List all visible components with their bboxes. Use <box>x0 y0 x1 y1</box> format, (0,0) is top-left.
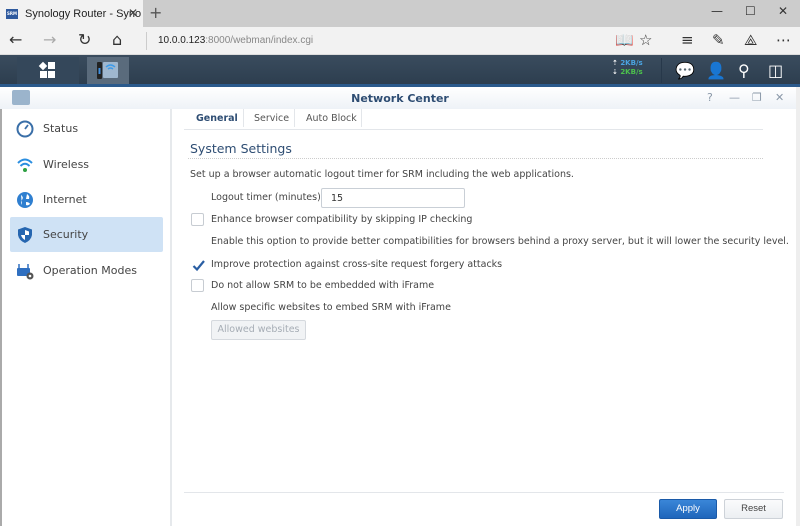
tab-separator <box>243 109 244 127</box>
search-icon[interactable]: ⚲ <box>738 61 750 80</box>
window-header: Network Center ? — ❐ ✕ <box>0 87 800 109</box>
browser-nav-bar: ← → ↻ ⌂ 10.0.0.123:8000/webman/index.cgi… <box>0 27 800 55</box>
taskbar-separator <box>661 58 662 83</box>
wifi-icon <box>16 156 34 174</box>
forward-icon[interactable]: → <box>43 30 56 49</box>
reading-view-icon[interactable]: 📖 <box>615 31 634 49</box>
minimize-window-icon[interactable]: — <box>711 4 723 18</box>
web-note-icon[interactable]: ✎ <box>712 31 725 49</box>
router-gear-icon <box>16 262 34 280</box>
iframe-label: Do not allow SRM to be embedded with iFr… <box>211 280 435 291</box>
tab-bar: General Service Auto Block <box>184 109 763 130</box>
hub-icon[interactable]: ≡ <box>681 31 694 49</box>
tab-separator <box>361 109 362 127</box>
back-icon[interactable]: ← <box>9 30 22 49</box>
url-host: 10.0.0.123 <box>158 35 206 46</box>
address-bar[interactable]: 10.0.0.123:8000/webman/index.cgi <box>158 35 313 46</box>
compat-description: Enable this option to provide better com… <box>211 236 789 247</box>
sidebar-item-security[interactable]: Security <box>10 217 163 252</box>
iframe-checkbox[interactable] <box>191 279 204 292</box>
section-title: System Settings <box>190 141 292 156</box>
sidebar-item-internet[interactable]: Internet <box>10 182 163 217</box>
apply-button[interactable]: Apply <box>659 499 717 519</box>
help-icon[interactable]: ? <box>707 91 713 104</box>
logout-timer-label: Logout timer (minutes): <box>211 192 325 203</box>
shield-icon <box>16 226 34 244</box>
sidebar: Status Wireless Internet Security Operat… <box>0 109 172 526</box>
compat-checkbox[interactable] <box>191 213 204 226</box>
refresh-icon[interactable]: ↻ <box>78 30 91 49</box>
globe-icon <box>16 191 34 209</box>
download-speed: 2KB/s <box>620 68 643 76</box>
close-tab-icon[interactable]: ✕ <box>128 6 138 20</box>
srm-favicon-icon: SRM <box>6 8 18 19</box>
tab-service[interactable]: Service <box>254 113 289 124</box>
sidebar-item-label: Wireless <box>43 158 90 171</box>
iframe-description: Allow specific websites to embed SRM wit… <box>211 302 451 313</box>
network-center-taskbar-button[interactable] <box>87 57 129 84</box>
logout-description: Set up a browser automatic logout timer … <box>190 169 574 180</box>
main-menu-icon <box>38 61 55 78</box>
gauge-icon <box>16 120 34 138</box>
logout-timer-input[interactable] <box>321 188 465 208</box>
tab-general[interactable]: General <box>196 113 238 124</box>
more-icon[interactable]: ⋯ <box>776 31 791 49</box>
reset-button[interactable]: Reset <box>724 499 783 519</box>
sidebar-item-label: Internet <box>43 193 87 206</box>
close-window-icon[interactable]: ✕ <box>778 4 788 18</box>
allowed-websites-button[interactable]: Allowed websites <box>211 320 306 340</box>
csrf-label: Improve protection against cross-site re… <box>211 259 503 270</box>
sidebar-item-status[interactable]: Status <box>10 111 163 146</box>
address-separator <box>146 32 147 50</box>
checkmark-icon <box>192 260 205 272</box>
minimize-app-icon[interactable]: — <box>729 91 740 104</box>
tab-auto-block[interactable]: Auto Block <box>306 113 357 124</box>
share-icon[interactable]: ⟁ <box>744 31 757 49</box>
sidebar-item-label: Status <box>43 122 79 135</box>
home-icon[interactable]: ⌂ <box>112 30 122 49</box>
url-path: :8000/webman/index.cgi <box>205 35 314 46</box>
sidebar-item-label: Operation Modes <box>43 264 137 277</box>
dsm-taskbar: ⇡ 2KB/s ⇣ 2KB/s 💬 👤 ⚲ ◫ <box>0 55 800 87</box>
csrf-checkbox[interactable] <box>191 258 205 272</box>
maximize-window-icon[interactable]: ☐ <box>745 4 756 18</box>
main-content: General Service Auto Block System Settin… <box>184 109 789 526</box>
restore-app-icon[interactable]: ❐ <box>752 91 762 104</box>
network-speed: ⇡ 2KB/s ⇣ 2KB/s <box>612 59 643 76</box>
tab-separator <box>294 109 295 127</box>
widgets-icon[interactable]: ◫ <box>768 61 783 80</box>
footer-divider <box>184 492 784 493</box>
window-right-edge <box>796 87 800 526</box>
close-app-icon[interactable]: ✕ <box>775 91 784 104</box>
network-center-icon <box>97 62 118 79</box>
sidebar-item-operation-modes[interactable]: Operation Modes <box>10 253 163 288</box>
notifications-chat-icon[interactable]: 💬 <box>675 61 695 80</box>
main-menu-button[interactable] <box>17 57 79 84</box>
browser-tab[interactable]: SRM Synology Router - Syno ✕ <box>0 0 143 27</box>
section-divider <box>188 158 763 159</box>
compat-label: Enhance browser compatibility by skippin… <box>211 214 473 225</box>
browser-tab-bar: SRM Synology Router - Syno ✕ + — ☐ ✕ <box>0 0 800 27</box>
window-title: Network Center <box>351 92 449 105</box>
sidebar-item-label: Security <box>43 228 89 241</box>
upload-speed: 2KB/s <box>620 59 643 67</box>
sidebar-item-wireless[interactable]: Wireless <box>10 147 163 182</box>
browser-tab-title: Synology Router - Syno <box>25 7 142 20</box>
favorite-star-icon[interactable]: ☆ <box>639 31 652 49</box>
new-tab-icon[interactable]: + <box>149 3 162 22</box>
user-icon[interactable]: 👤 <box>706 61 726 80</box>
